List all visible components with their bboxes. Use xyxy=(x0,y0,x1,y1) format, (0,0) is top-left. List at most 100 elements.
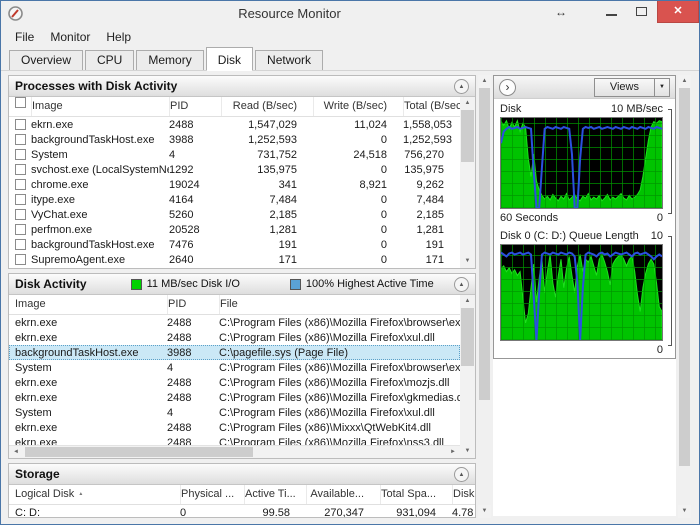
process-row[interactable]: svchost.exe (LocalSystemNet...1292135,97… xyxy=(9,162,460,177)
cell-file: C:\Program Files (x86)\Mozilla Firefox\n… xyxy=(219,437,460,446)
tabstrip: Overview CPU Memory Disk Network xyxy=(1,47,699,71)
disk-activity-vertical-scrollbar[interactable]: ▲ ▼ xyxy=(460,295,475,458)
main-vertical-scrollbar[interactable]: ▲ ▼ xyxy=(478,75,491,518)
cell-pid: 5260 xyxy=(169,209,221,221)
sort-ascending-icon: ▲ xyxy=(78,491,83,497)
cell-image: VyChat.exe xyxy=(31,209,169,221)
scroll-up-icon[interactable]: ▲ xyxy=(478,75,491,88)
scrollbar-thumb[interactable] xyxy=(479,88,490,400)
tab-network[interactable]: Network xyxy=(255,50,323,70)
process-row[interactable]: ekrn.exe24881,547,02911,0241,558,053 xyxy=(9,117,460,132)
cell-read: 1,281 xyxy=(221,224,313,236)
scrollbar-thumb[interactable] xyxy=(25,447,253,457)
scroll-down-icon[interactable]: ▼ xyxy=(678,505,691,518)
process-row[interactable]: VyChat.exe52602,18502,185 xyxy=(9,207,460,222)
processes-vertical-scrollbar[interactable]: ▲ ▼ xyxy=(460,97,475,268)
views-dropdown-button[interactable]: Views ▼ xyxy=(594,78,670,97)
disk-activity-row[interactable]: System4C:\Program Files (x86)\Mozilla Fi… xyxy=(9,360,460,375)
row-checkbox[interactable] xyxy=(15,179,26,190)
disk-activity-row[interactable]: ekrn.exe2488C:\Program Files (x86)\Mozil… xyxy=(9,390,460,405)
scrollbar-thumb[interactable] xyxy=(461,308,474,366)
col-write[interactable]: Write (B/sec) xyxy=(313,97,403,116)
graph-title: Disk xyxy=(500,103,521,115)
disk-activity-row[interactable]: ekrn.exe2488C:\Program Files (x86)\Mozil… xyxy=(9,435,460,445)
col-available[interactable]: Available... xyxy=(306,485,380,504)
close-button[interactable]: ✕ xyxy=(657,1,699,23)
row-checkbox[interactable] xyxy=(15,194,26,205)
row-checkbox[interactable] xyxy=(15,134,26,145)
col-total[interactable]: Total (B/sec) xyxy=(403,97,460,116)
disk-activity-row[interactable]: backgroundTaskHost.exe3988C:\pagefile.sy… xyxy=(9,345,460,360)
menu-help[interactable]: Help xyxy=(98,29,139,45)
tab-overview[interactable]: Overview xyxy=(9,50,83,70)
col-logical-disk[interactable]: Logical Disk▲ xyxy=(15,485,180,504)
col-image[interactable]: Image xyxy=(31,97,169,116)
process-row[interactable]: System4731,75224,518756,270 xyxy=(9,147,460,162)
scroll-down-icon[interactable]: ▼ xyxy=(460,445,475,458)
cell-total: 1,281 xyxy=(403,224,460,236)
tab-cpu[interactable]: CPU xyxy=(85,50,134,70)
cell-file: C:\pagefile.sys (Page File) xyxy=(219,347,460,359)
storage-panel-header[interactable]: Storage ▲ xyxy=(9,464,475,485)
process-row[interactable]: chrome.exe190243418,9219,262 xyxy=(9,177,460,192)
scroll-down-icon[interactable]: ▼ xyxy=(478,505,491,518)
col-file[interactable]: File xyxy=(219,295,460,314)
disk-activity-panel-header[interactable]: Disk Activity 11 MB/sec Disk I/O 100% Hi… xyxy=(9,274,475,295)
row-checkbox[interactable] xyxy=(15,149,26,160)
col-image[interactable]: Image xyxy=(15,295,167,314)
disk-activity-row[interactable]: ekrn.exe2488C:\Program Files (x86)\Mozil… xyxy=(9,330,460,345)
row-checkbox[interactable] xyxy=(15,164,26,175)
row-checkbox[interactable] xyxy=(15,209,26,220)
storage-row[interactable]: C: D:099.58270,347931,0944.78 xyxy=(9,505,475,517)
collapse-chevron-icon[interactable]: ▲ xyxy=(454,277,469,292)
process-row[interactable]: perfmon.exe205281,28101,281 xyxy=(9,222,460,237)
pointer-mode-icon[interactable]: ↔ xyxy=(555,5,567,19)
process-row[interactable]: backgroundTaskHost.exe74761910191 xyxy=(9,237,460,252)
col-read[interactable]: Read (B/sec) xyxy=(221,97,313,116)
cell-image: chrome.exe xyxy=(31,179,169,191)
col-physical[interactable]: Physical ... xyxy=(180,485,244,504)
scroll-right-icon[interactable]: ► xyxy=(446,446,460,458)
processes-column-header: Image PID Read (B/sec) Write (B/sec) Tot… xyxy=(9,97,460,117)
scrollbar-thumb[interactable] xyxy=(679,88,690,466)
row-checkbox[interactable] xyxy=(15,254,26,265)
col-disk-queue[interactable]: Disk Que... xyxy=(452,485,475,504)
disk-activity-row[interactable]: ekrn.exe2488C:\Program Files (x86)\Mozil… xyxy=(9,315,460,330)
scrollbar-thumb[interactable] xyxy=(461,110,474,162)
minimize-button[interactable] xyxy=(597,1,627,23)
scroll-left-icon[interactable]: ◄ xyxy=(9,446,23,458)
tab-disk[interactable]: Disk xyxy=(206,47,253,71)
col-total-space[interactable]: Total Spa... xyxy=(380,485,452,504)
row-checkbox[interactable] xyxy=(15,119,26,130)
col-pid[interactable]: PID xyxy=(167,295,219,314)
col-pid[interactable]: PID xyxy=(169,97,221,116)
processes-panel-header[interactable]: Processes with Disk Activity ▲ xyxy=(9,76,475,97)
maximize-button[interactable] xyxy=(627,1,657,23)
col-active-time[interactable]: Active Ti... xyxy=(244,485,306,504)
cell-image: ekrn.exe xyxy=(15,377,167,389)
select-all-checkbox[interactable] xyxy=(15,97,26,108)
scroll-down-icon[interactable]: ▼ xyxy=(460,255,475,268)
disk-activity-row[interactable]: ekrn.exe2488C:\Program Files (x86)\Mozil… xyxy=(9,375,460,390)
process-row[interactable]: itype.exe41647,48407,484 xyxy=(9,192,460,207)
row-checkbox[interactable] xyxy=(15,239,26,250)
sidebar-vertical-scrollbar[interactable]: ▲ ▼ xyxy=(678,75,691,518)
disk-activity-row[interactable]: ekrn.exe2488C:\Program Files (x86)\Mixxx… xyxy=(9,420,460,435)
tab-memory[interactable]: Memory xyxy=(136,50,203,70)
process-row[interactable]: backgroundTaskHost.exe39881,252,59301,25… xyxy=(9,132,460,147)
scroll-up-icon[interactable]: ▲ xyxy=(678,75,691,88)
expand-panel-button[interactable]: › xyxy=(499,79,516,96)
disk-activity-horizontal-scrollbar[interactable]: ◄ ► xyxy=(9,445,460,458)
collapse-chevron-icon[interactable]: ▲ xyxy=(454,79,469,94)
cell-pid: 3988 xyxy=(169,134,221,146)
process-row[interactable]: SupremoAgent.exe26401710171 xyxy=(9,252,460,267)
scroll-up-icon[interactable]: ▲ xyxy=(460,295,475,308)
disk-activity-row[interactable]: System4C:\Program Files (x86)\Mozilla Fi… xyxy=(9,405,460,420)
scroll-up-icon[interactable]: ▲ xyxy=(460,97,475,110)
menu-file[interactable]: File xyxy=(7,29,42,45)
cell-image: ekrn.exe xyxy=(31,119,169,131)
menu-monitor[interactable]: Monitor xyxy=(42,29,98,45)
collapse-chevron-icon[interactable]: ▲ xyxy=(454,467,469,482)
chevron-down-icon: ▼ xyxy=(654,79,669,96)
row-checkbox[interactable] xyxy=(15,224,26,235)
